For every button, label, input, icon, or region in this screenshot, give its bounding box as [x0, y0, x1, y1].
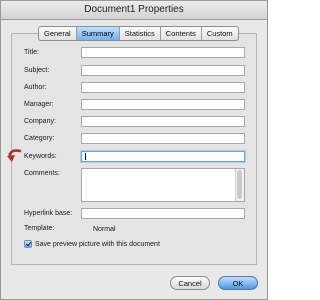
cancel-button[interactable]: Cancel: [170, 276, 210, 290]
hyperlink-base-field[interactable]: [81, 208, 245, 219]
save-preview-option[interactable]: Save preview picture with this document: [24, 239, 160, 249]
manager-field[interactable]: [81, 99, 245, 110]
template-label: Template:: [24, 225, 55, 232]
keywords-field[interactable]: [81, 151, 245, 162]
template-row: Template:: [1, 222, 269, 236]
title-field[interactable]: [81, 47, 245, 58]
tab-summary[interactable]: Summary: [76, 27, 120, 40]
window-title: Document1 Properties: [1, 1, 267, 20]
title-label: Title:: [24, 49, 39, 56]
subject-field[interactable]: [81, 65, 245, 76]
scrollbar-thumb[interactable]: [237, 170, 242, 199]
ok-button[interactable]: OK: [218, 276, 258, 290]
keywords-label: Keywords:: [24, 153, 57, 160]
author-field[interactable]: [81, 82, 245, 93]
company-row: Company:: [1, 115, 269, 129]
author-label: Author:: [24, 84, 47, 91]
author-row: Author:: [1, 81, 269, 95]
company-field[interactable]: [81, 116, 245, 127]
subject-row: Subject:: [1, 64, 269, 78]
tab-custom[interactable]: Custom: [202, 27, 238, 40]
tab-bar: General Summary Statistics Contents Cust…: [38, 26, 239, 41]
company-label: Company:: [24, 118, 56, 125]
comments-textarea[interactable]: [81, 168, 245, 202]
comments-label: Comments:: [24, 170, 60, 177]
hyperlink-base-label: Hyperlink base:: [24, 210, 73, 217]
category-label: Category:: [24, 135, 55, 142]
subject-label: Subject:: [24, 67, 50, 74]
category-row: Category:: [1, 132, 269, 146]
category-field[interactable]: [81, 133, 245, 144]
comments-scrollbar[interactable]: [235, 169, 244, 201]
manager-row: Manager:: [1, 98, 269, 112]
save-preview-label: Save preview picture with this document: [35, 240, 160, 248]
text-cursor: [85, 153, 86, 160]
template-value: Normal: [93, 226, 116, 233]
save-preview-checkbox[interactable]: [24, 240, 32, 248]
tab-statistics[interactable]: Statistics: [120, 27, 161, 40]
title-row: Title:: [1, 46, 269, 60]
tab-contents[interactable]: Contents: [161, 27, 202, 40]
hyperlink-base-row: Hyperlink base:: [1, 207, 269, 221]
tab-general[interactable]: General: [39, 27, 77, 40]
document-properties-dialog: Document1 Properties General Summary Sta…: [0, 0, 268, 300]
keywords-row: Keywords:: [1, 150, 269, 164]
manager-label: Manager:: [24, 101, 54, 108]
